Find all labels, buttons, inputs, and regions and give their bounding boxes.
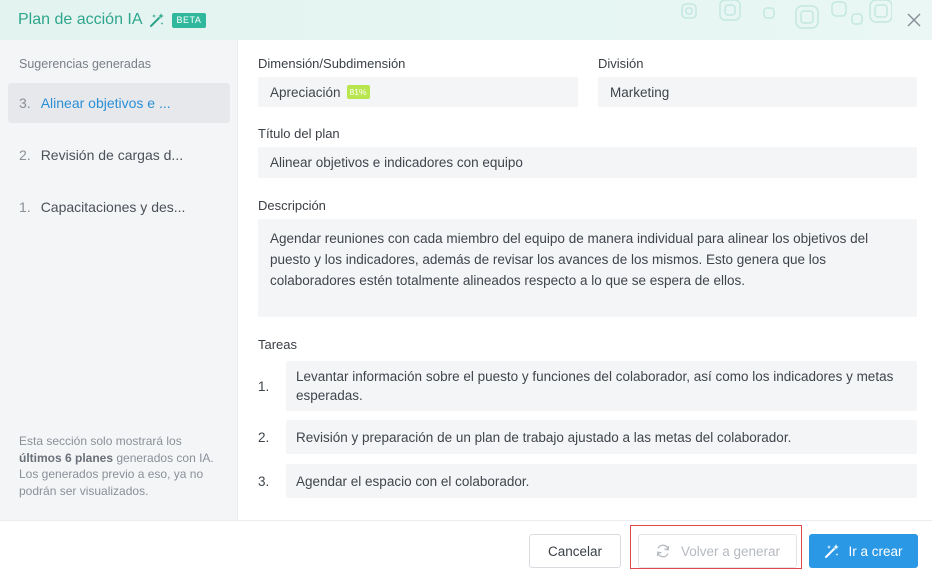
- score-badge: 81%: [346, 85, 370, 99]
- sidebar-item-number: 2.: [19, 147, 31, 163]
- regenerate-button[interactable]: Volver a generar: [638, 534, 797, 568]
- sidebar-item-capacitaciones[interactable]: 1. Capacitaciones y des...: [8, 187, 230, 227]
- task-item: 1. Levantar información sobre el puesto …: [258, 361, 917, 411]
- division-label: División: [598, 56, 644, 71]
- cancel-button[interactable]: Cancelar: [529, 534, 621, 568]
- title-label: Título del plan: [258, 126, 340, 141]
- sidebar-note-bold: últimos 6 planes: [19, 450, 114, 465]
- modal-header: Plan de acción IA BETA: [0, 0, 932, 40]
- task-number: 1.: [258, 378, 270, 394]
- close-icon[interactable]: [904, 10, 924, 30]
- go-create-button[interactable]: Ir a crear: [809, 534, 918, 568]
- description-label: Descripción: [258, 198, 326, 213]
- title-value: Alinear objetivos e indicadores con equi…: [270, 155, 523, 170]
- description-field[interactable]: Agendar reuniones con cada miembro del e…: [258, 219, 917, 317]
- task-field[interactable]: Agendar el espacio con el colaborador.: [286, 464, 917, 498]
- go-create-label: Ir a crear: [848, 543, 903, 559]
- sidebar-item-number: 3.: [19, 95, 31, 111]
- modal-footer: Cancelar Volver a generar Ir a crear: [0, 520, 932, 572]
- modal-title: Plan de acción IA: [18, 11, 143, 28]
- decorative-pattern-icon: [681, 0, 892, 29]
- sidebar-item-number: 1.: [19, 199, 31, 215]
- sidebar-note: Esta sección solo mostrará los últimos 6…: [19, 433, 219, 499]
- dimension-field[interactable]: Apreciación 81%: [258, 77, 578, 107]
- beta-badge: BETA: [171, 12, 207, 28]
- suggestions-sidebar: Sugerencias generadas 3. Alinear objetiv…: [0, 40, 238, 520]
- division-field[interactable]: Marketing: [598, 77, 917, 107]
- task-field[interactable]: Revisión y preparación de un plan de tra…: [286, 420, 917, 454]
- tasks-label: Tareas: [258, 337, 298, 352]
- sidebar-heading: Sugerencias generadas: [19, 57, 152, 71]
- task-item: 3. Agendar el espacio con el colaborador…: [258, 464, 917, 498]
- regenerate-label: Volver a generar: [680, 543, 781, 559]
- division-value: Marketing: [610, 84, 670, 100]
- magic-wand-icon: [825, 544, 840, 558]
- task-number: 2.: [258, 429, 270, 445]
- sidebar-item-label: Capacitaciones y des...: [40, 199, 186, 215]
- title-field[interactable]: Alinear objetivos e indicadores con equi…: [258, 147, 917, 178]
- sidebar-item-alinear-objetivos[interactable]: 3. Alinear objetivos e ...: [8, 83, 230, 123]
- task-field[interactable]: Levantar información sobre el puesto y f…: [286, 361, 917, 411]
- dimension-label: Dimensión/Subdimensión: [258, 56, 406, 71]
- dimension-value: Apreciación: [270, 84, 341, 100]
- sidebar-note-text: Esta sección solo mostrará los: [19, 434, 182, 448]
- sidebar-item-revision-cargas[interactable]: 2. Revisión de cargas d...: [8, 135, 230, 175]
- magic-wand-icon: [149, 13, 164, 27]
- refresh-icon: [656, 544, 670, 558]
- plan-form: Dimensión/Subdimensión Apreciación 81% D…: [238, 40, 932, 520]
- task-number: 3.: [258, 473, 270, 489]
- sidebar-item-label: Alinear objetivos e ...: [40, 95, 171, 111]
- sidebar-item-label: Revisión de cargas d...: [40, 147, 184, 163]
- task-item: 2. Revisión y preparación de un plan de …: [258, 420, 917, 454]
- suggestions-list: 3. Alinear objetivos e ... 2. Revisión d…: [8, 83, 230, 239]
